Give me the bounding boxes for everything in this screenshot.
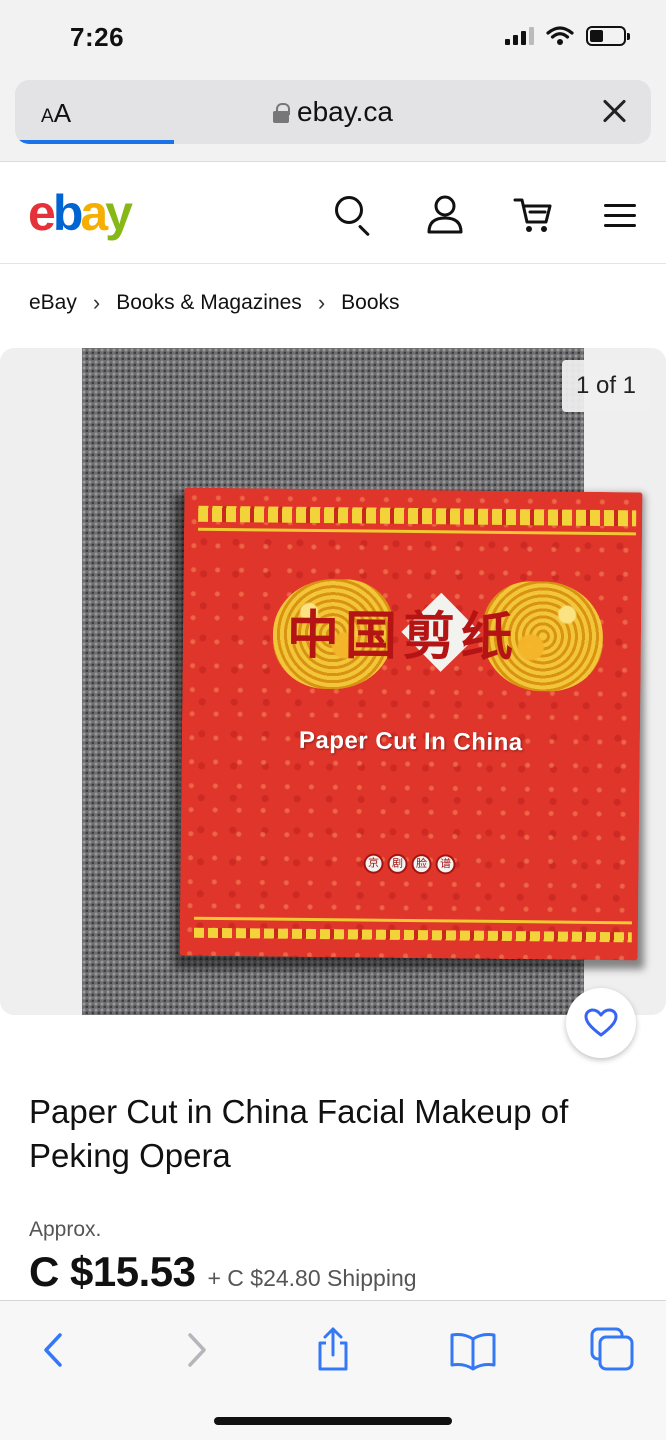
book-chinese-title: 中国剪纸 [286,604,520,669]
ebay-logo[interactable]: ebay [28,184,133,242]
shipping-cost: + C $24.80 Shipping [207,1265,417,1291]
tabs-icon[interactable] [588,1325,638,1375]
status-icons [505,26,630,46]
price-row: C $15.53 + C $24.80 Shipping [29,1248,417,1296]
forward-icon[interactable] [170,1325,220,1375]
bookmarks-icon[interactable] [448,1325,498,1375]
heart-icon [584,1008,618,1037]
site-header: ebay [0,162,666,264]
address-bar[interactable]: AA ebay.ca [15,80,651,144]
close-icon[interactable] [597,94,631,128]
cart-icon[interactable] [513,194,555,236]
book-cover: 中国剪纸 Paper Cut In China 京剧脸谱 [179,487,643,961]
search-icon[interactable] [333,194,375,237]
breadcrumb-item-books-magazines[interactable]: Books & Magazines [116,291,302,315]
status-time: 7:26 [70,22,125,52]
status-bar: 7:26 [0,0,666,78]
page-load-progress [15,140,174,144]
breadcrumb-item-books[interactable]: Books [341,291,399,315]
chevron-right-icon: › [317,290,326,315]
user-icon[interactable] [424,194,466,236]
wifi-icon [546,26,574,45]
browser-toolbar [0,1300,666,1440]
chevron-right-icon: › [92,290,101,315]
product-photo[interactable]: 中国剪纸 Paper Cut In China 京剧脸谱 [82,348,644,1015]
lock-icon [273,103,290,123]
item-title: Paper Cut in China Facial Makeup of Peki… [29,1093,569,1174]
browser-address-area: AA ebay.ca [0,78,666,162]
breadcrumb: eBay › Books & Magazines › Books [29,290,400,316]
approx-label: Approx. [29,1218,102,1241]
breadcrumb-item-ebay[interactable]: eBay [29,291,77,315]
opera-seal-row: 京剧脸谱 [180,852,638,877]
share-icon[interactable] [308,1325,358,1375]
image-counter: 1 of 1 [561,360,650,412]
battery-icon [586,26,630,46]
watch-button[interactable] [566,988,636,1058]
book-cover-title: Paper Cut In China [298,726,523,757]
url-field[interactable]: ebay.ca [15,96,651,128]
menu-icon[interactable] [602,194,638,236]
image-gallery[interactable]: 中国剪纸 Paper Cut In China 京剧脸谱 1 of 1 [0,348,666,1015]
cellular-signal-icon [505,27,534,45]
item-price: C $15.53 [29,1248,196,1295]
back-icon[interactable] [30,1325,80,1375]
home-indicator [214,1417,452,1425]
url-text: ebay.ca [297,96,393,127]
